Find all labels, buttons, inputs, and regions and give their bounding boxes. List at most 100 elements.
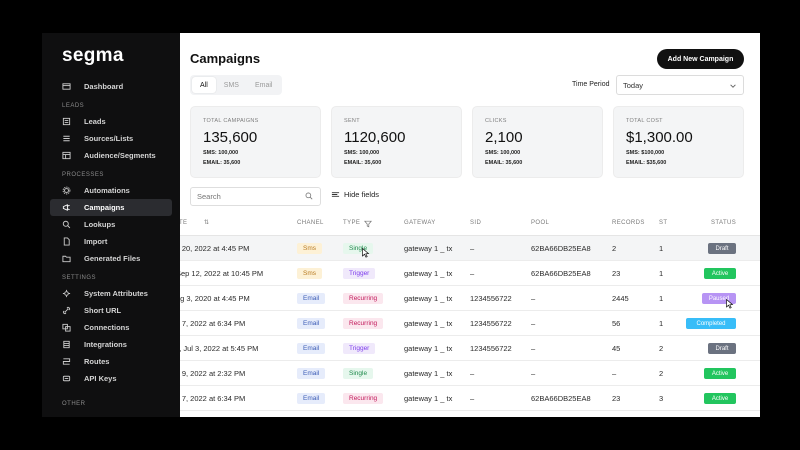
stat-sms: SMS: $100,000 xyxy=(626,150,665,156)
sidebar-item-dashboard[interactable]: Dashboard xyxy=(42,78,180,95)
table-row[interactable]: c 7, 2022 at 6:34 PM Email Recurring gatewa… xyxy=(180,311,760,336)
status-badge[interactable]: Draft xyxy=(708,243,736,254)
cell-gateway: gateway 1 _ tx xyxy=(404,369,453,378)
status-badge[interactable]: Active xyxy=(704,268,736,279)
stats-cards: TOTAL CAMPAIGNS 135,600 SMS: 100,000 EMAIL:… xyxy=(190,106,744,178)
stat-label: CLICKS xyxy=(485,118,507,124)
sidebar-nav: Dashboard LEADS Leads Sources/Lists Audience… xyxy=(42,78,180,387)
sidebar-item-label: Routes xyxy=(84,357,110,366)
column-header-ate[interactable]: ATE xyxy=(180,220,187,226)
table-row[interactable]: Sep 12, 2022 at 10:45 PM Sms Trigger gatewa… xyxy=(180,261,760,286)
connections-icon-svg xyxy=(62,323,71,332)
cell-pool: 62BA66DB25EA8 xyxy=(531,244,591,253)
status-badge[interactable]: Active xyxy=(704,368,736,379)
column-header-gateway[interactable]: GATEWAY xyxy=(404,220,436,226)
key-icon-svg xyxy=(62,375,71,382)
table-row[interactable]: y, Jul 3, 2022 at 5:45 PM Email Trigger gat… xyxy=(180,336,760,361)
sidebar-item-integrations[interactable]: Integrations xyxy=(42,336,180,353)
cell-sid: – xyxy=(470,244,475,253)
app-logo[interactable]: segma xyxy=(62,45,124,67)
table-row[interactable]: v 20, 2022 at 4:45 PM Sms Single gateway 1 … xyxy=(180,236,760,261)
connections-icon xyxy=(62,323,71,332)
cell-pool: 62BA66DB25EA8 xyxy=(531,394,591,403)
channel-badge: Email xyxy=(297,343,326,354)
stat-email: EMAIL: 35,600 xyxy=(203,160,241,166)
sidebar-item-label: Dashboard xyxy=(84,82,124,91)
stat-email: EMAIL: 35,600 xyxy=(344,160,382,166)
channel-badge: Email xyxy=(297,393,326,404)
sidebar-item-label: Sources/Lists xyxy=(84,134,134,143)
status-badge[interactable]: Active xyxy=(704,393,736,404)
gear-icon-svg xyxy=(62,186,71,195)
column-header-records[interactable]: RECORDS xyxy=(612,220,645,226)
sidebar-item-label: API Keys xyxy=(84,374,117,383)
cell-gateway: gateway 1 _ tx xyxy=(404,244,453,253)
tab-email[interactable]: Email xyxy=(247,77,281,93)
cell-date: v 20, 2022 at 4:45 PM xyxy=(180,244,250,253)
channel-badge: Email xyxy=(297,293,326,304)
sidebar-item-audience-segments[interactable]: Audience/Segments xyxy=(42,147,180,164)
stat-value: 1120,600 xyxy=(344,129,406,146)
cell-sid: – xyxy=(470,394,475,403)
tab-sms[interactable]: SMS xyxy=(216,77,247,93)
cell-st: 1 xyxy=(659,244,664,253)
time-period-select[interactable]: Today xyxy=(616,75,744,95)
sidebar-item-api-keys[interactable]: API Keys xyxy=(42,370,180,387)
column-header-st[interactable]: ST xyxy=(659,220,667,226)
table-row[interactable]: c 7, 2022 at 6:34 PM Email Recurring gatewa… xyxy=(180,386,760,411)
folder-icon-svg xyxy=(62,255,71,263)
hide-fields-button[interactable]: Hide fields xyxy=(331,190,379,199)
sidebar-item-system-attributes[interactable]: System Attributes xyxy=(42,285,180,302)
add-new-campaign-button[interactable]: Add New Campaign xyxy=(657,49,744,69)
sidebar-item-automations[interactable]: Automations xyxy=(42,182,180,199)
cell-records: 45 xyxy=(612,344,621,353)
stat-card-sent: SENT 1120,600 SMS: 100,000 EMAIL: 35,600 xyxy=(331,106,462,178)
audience-icon-svg xyxy=(62,151,71,160)
sidebar-item-routes[interactable]: Routes xyxy=(42,353,180,370)
sidebar-item-label: Connections xyxy=(84,323,130,332)
search-icon-svg xyxy=(62,220,71,229)
cell-gateway: gateway 1 _ tx xyxy=(404,294,453,303)
sort-icon[interactable]: ⇅ xyxy=(204,219,209,226)
channel-badge: Email xyxy=(297,368,326,379)
page-title: Campaigns xyxy=(190,51,261,66)
tab-all[interactable]: All xyxy=(192,77,216,93)
table-row[interactable]: ug 3, 2020 at 4:45 PM Email Recurring gatew… xyxy=(180,286,760,311)
column-header-type[interactable]: TYPE xyxy=(343,220,360,226)
sidebar-item-label: Automations xyxy=(84,186,130,195)
search-icon[interactable] xyxy=(305,192,313,200)
key-icon xyxy=(62,374,71,383)
search-input[interactable] xyxy=(190,187,321,206)
sidebar-item-leads[interactable]: Leads xyxy=(42,113,180,130)
sidebar-item-campaigns[interactable]: Campaigns xyxy=(50,199,172,216)
cell-date: c 7, 2022 at 6:34 PM xyxy=(180,394,246,403)
table-row[interactable]: v 9, 2022 at 2:32 PM Email Single gateway 1… xyxy=(180,361,760,386)
status-badge[interactable]: Completed xyxy=(686,318,736,329)
sidebar-item-label: Lookups xyxy=(84,220,116,229)
time-period-label: Time Period xyxy=(572,81,610,88)
status-badge[interactable]: Draft xyxy=(708,343,736,354)
cell-gateway: gateway 1 _ tx xyxy=(404,319,453,328)
sidebar-item-label: System Attributes xyxy=(84,289,148,298)
sidebar-item-sources-lists[interactable]: Sources/Lists xyxy=(42,130,180,147)
column-header-sid[interactable]: SID xyxy=(470,220,481,226)
sidebar-item-import[interactable]: Import xyxy=(42,233,180,250)
column-header-chanel[interactable]: CHANEL xyxy=(297,220,324,226)
column-header-status[interactable]: STATUS xyxy=(711,220,736,226)
sidebar-item-short-url[interactable]: Short URL xyxy=(42,302,180,319)
column-header-pool[interactable]: POOL xyxy=(531,220,549,226)
file-icon xyxy=(62,237,71,246)
mouse-cursor-icon xyxy=(362,248,370,258)
file-icon-svg xyxy=(63,237,70,246)
list-icon xyxy=(62,134,71,143)
sidebar-item-generated-files[interactable]: Generated Files xyxy=(42,250,180,267)
channel-badge: Sms xyxy=(297,268,322,279)
cell-gateway: gateway 1 _ tx xyxy=(404,344,453,353)
routes-icon-svg xyxy=(62,358,71,365)
cell-records: 2445 xyxy=(612,294,629,303)
campaigns-table: ATE CHANEL TYPE GATEWAY SID POOL RECORDS ST STAT… xyxy=(180,211,760,417)
sidebar-item-lookups[interactable]: Lookups xyxy=(42,216,180,233)
filter-icon[interactable] xyxy=(364,220,372,228)
sidebar-item-connections[interactable]: Connections xyxy=(42,319,180,336)
cell-records: 2 xyxy=(612,244,617,253)
